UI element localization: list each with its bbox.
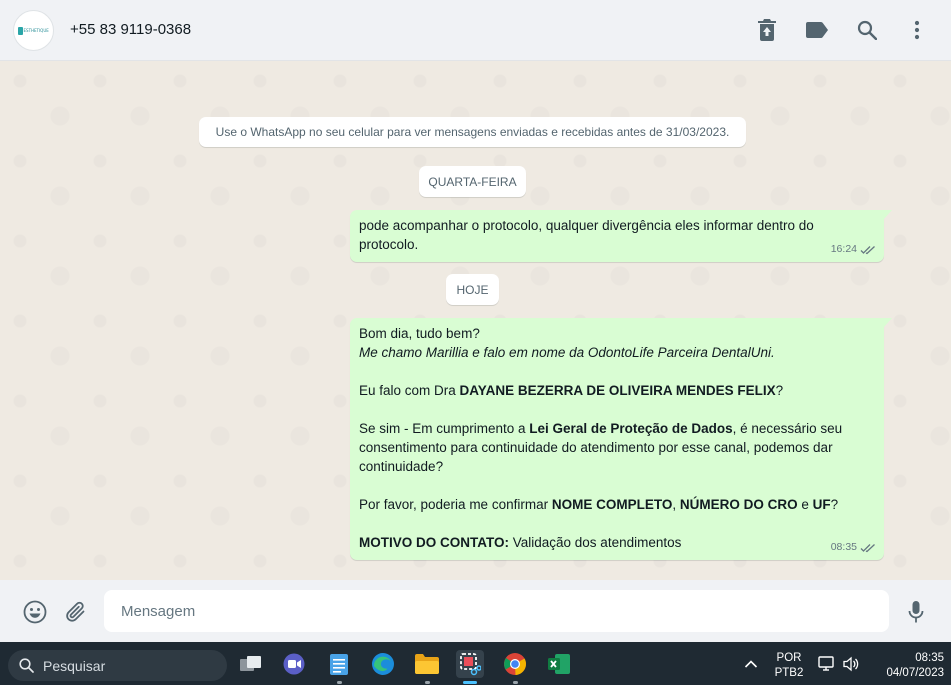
date-chip-wednesday: QUARTA-FEIRA xyxy=(419,166,526,197)
text-span: e xyxy=(797,497,813,512)
chrome-browser-icon[interactable] xyxy=(501,650,529,678)
windows-taskbar: Pesquisar POR PTB2 08:35 04/07/2023 xyxy=(0,642,951,685)
search-label: Pesquisar xyxy=(43,657,106,674)
chevron-up-icon[interactable] xyxy=(737,650,765,678)
outgoing-message[interactable]: Bom dia, tudo bem? Me chamo Marillia e f… xyxy=(350,318,892,560)
snipping-tool-icon[interactable] xyxy=(456,650,484,678)
notepad-icon[interactable] xyxy=(325,650,353,678)
avatar-logo: ESTHETIQUE xyxy=(17,26,50,36)
outgoing-message[interactable]: pode acompanhar o protocolo, qualquer di… xyxy=(350,210,892,262)
teams-meet-icon[interactable] xyxy=(280,650,308,678)
task-view-icon[interactable] xyxy=(237,650,265,678)
emoji-icon[interactable] xyxy=(22,599,48,625)
microphone-icon[interactable] xyxy=(903,599,929,625)
clock-date: 04/07/2023 xyxy=(886,667,944,679)
app-running-indicator xyxy=(425,681,430,684)
bold-text: MOTIVO DO CONTATO: xyxy=(359,535,509,550)
system-clock[interactable]: 08:35 04/07/2023 xyxy=(866,651,944,681)
text-span: Por favor, poderia me confirmar xyxy=(359,497,552,512)
double-check-icon xyxy=(860,543,876,553)
bold-text: Lei Geral de Proteção de Dados xyxy=(529,421,733,436)
message-meta: 08:35 xyxy=(831,538,876,557)
language-code: POR xyxy=(776,652,802,664)
logo-mark xyxy=(17,26,23,35)
volume-icon[interactable] xyxy=(837,650,865,678)
bold-text: NOME COMPLETO xyxy=(551,497,673,512)
text-span: , xyxy=(672,497,680,512)
chat-area[interactable]: Use o WhatsApp no seu celular para ver m… xyxy=(0,61,951,580)
keyboard-layout: PTB2 xyxy=(774,667,804,679)
app-running-indicator xyxy=(513,681,518,684)
text-span: Eu falo com Dra xyxy=(359,383,460,398)
edge-browser-icon[interactable] xyxy=(369,650,397,678)
app-running-indicator xyxy=(337,681,342,684)
bold-text: DAYANE BEZERRA DE OLIVEIRA MENDES FELIX xyxy=(459,383,776,398)
text-span: Validação dos atendimentos xyxy=(509,535,682,550)
text-span: ? xyxy=(775,383,784,398)
search-icon xyxy=(19,658,34,673)
avatar-logo-text: ESTHETIQUE xyxy=(23,28,49,33)
bold-text: NÚMERO DO CRO xyxy=(679,497,798,512)
taskbar-search[interactable]: Pesquisar xyxy=(8,650,227,681)
message-meta: 16:24 xyxy=(831,240,876,259)
date-chip-today: HOJE xyxy=(446,274,499,305)
intro-text: Me chamo Marillia e falo em nome da Odon… xyxy=(359,345,775,360)
message-composer xyxy=(0,580,951,642)
chat-header: ESTHETIQUE +55 83 9119-0368 xyxy=(0,0,951,61)
bold-text: UF xyxy=(812,497,831,512)
message-line: Bom dia, tudo bem? xyxy=(359,326,480,341)
label-icon[interactable] xyxy=(805,18,829,42)
text-span: Se sim - Em cumprimento a xyxy=(359,421,530,436)
text-span: ? xyxy=(830,497,839,512)
message-input[interactable] xyxy=(104,590,889,632)
attach-icon[interactable] xyxy=(63,599,89,625)
menu-icon[interactable] xyxy=(905,18,929,42)
keyboard-language[interactable]: POR PTB2 xyxy=(770,651,808,681)
contact-name[interactable]: +55 83 9119-0368 xyxy=(70,21,191,38)
system-note: Use o WhatsApp no seu celular para ver m… xyxy=(199,117,746,147)
double-check-icon xyxy=(860,245,876,255)
message-line: Por favor, poderia me confirmar NOME COM… xyxy=(359,495,875,514)
message-line: Me chamo Marillia e falo em nome da Odon… xyxy=(359,343,875,362)
clock-time: 08:35 xyxy=(915,652,944,664)
message-time: 16:24 xyxy=(830,243,857,255)
search-icon[interactable] xyxy=(855,18,879,42)
message-line: MOTIVO DO CONTATO: Validação dos atendim… xyxy=(359,533,875,552)
file-explorer-icon[interactable] xyxy=(413,650,441,678)
message-time: 08:35 xyxy=(830,541,857,553)
excel-icon[interactable] xyxy=(545,650,573,678)
message-text: pode acompanhar o protocolo, qualquer di… xyxy=(359,218,814,252)
delete-icon[interactable] xyxy=(755,18,779,42)
app-active-indicator xyxy=(463,681,477,684)
message-line: Eu falo com Dra DAYANE BEZERRA DE OLIVEI… xyxy=(359,381,875,400)
contact-avatar[interactable]: ESTHETIQUE xyxy=(13,10,54,51)
message-line: Se sim - Em cumprimento a Lei Geral de P… xyxy=(359,419,875,476)
